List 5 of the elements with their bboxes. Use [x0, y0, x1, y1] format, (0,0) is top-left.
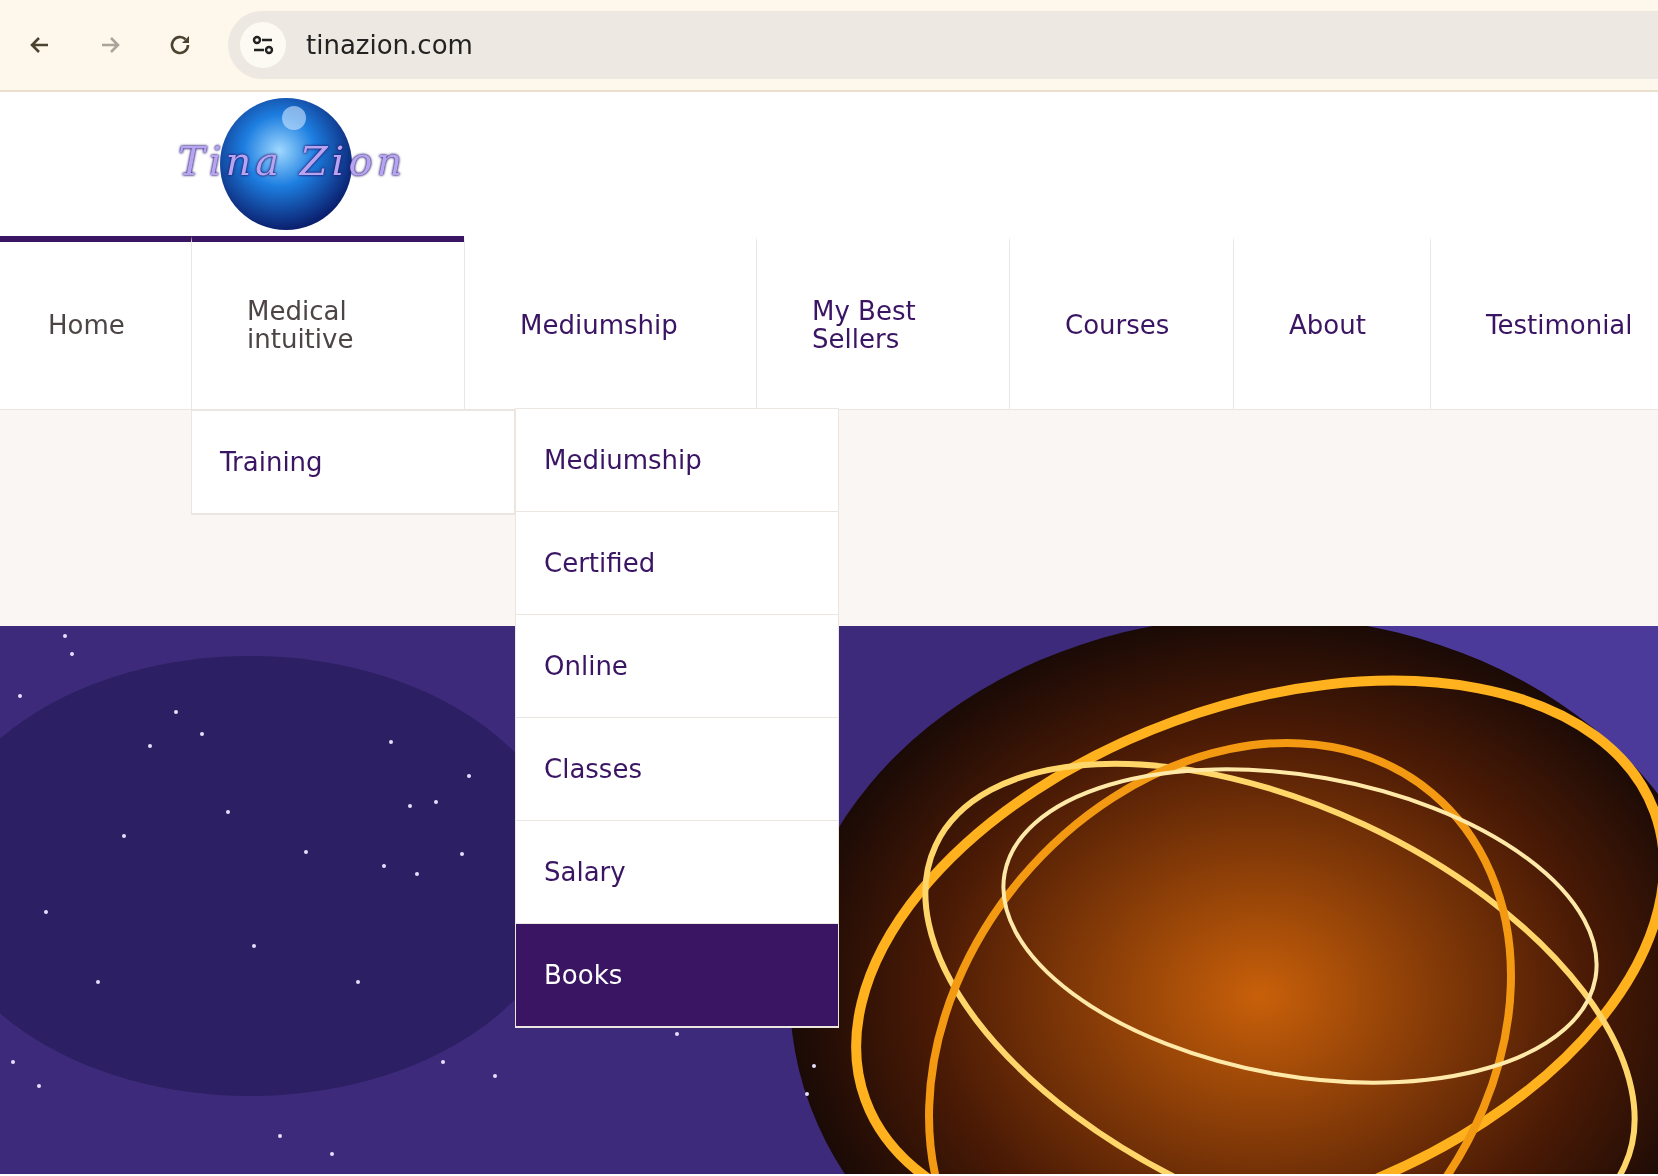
- url-text: tinazion.com: [306, 30, 473, 60]
- address-bar[interactable]: tinazion.com: [228, 11, 1658, 79]
- flyout-item[interactable]: Books: [516, 924, 838, 1027]
- nav-link[interactable]: Medical intuitive: [191, 236, 464, 409]
- site-settings-icon[interactable]: [240, 22, 286, 68]
